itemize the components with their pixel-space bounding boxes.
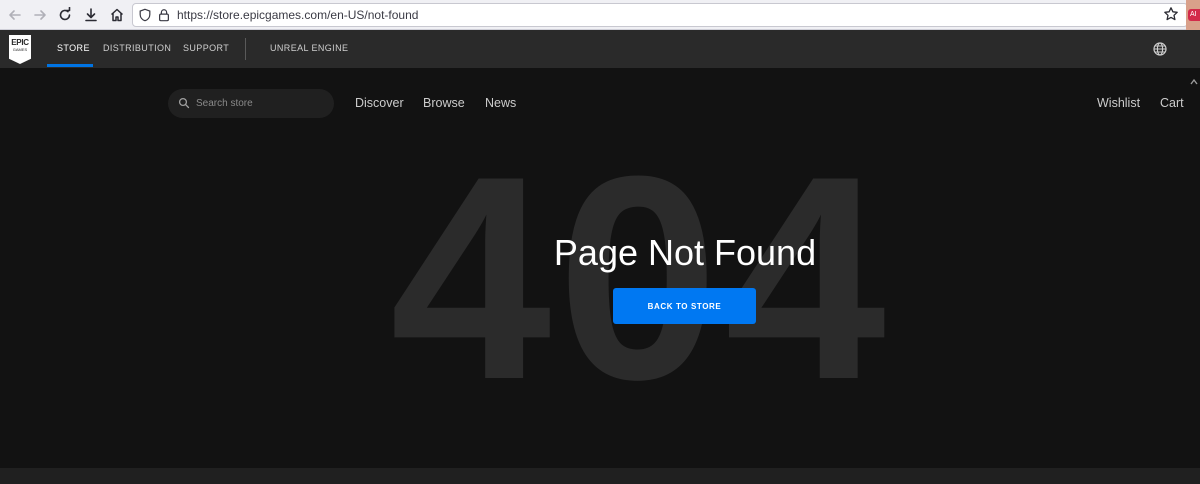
back-button[interactable]: [3, 3, 27, 27]
forward-icon: [34, 10, 46, 20]
back-icon: [9, 10, 21, 20]
nav-distribution[interactable]: DISTRIBUTION: [103, 43, 171, 53]
forward-button[interactable]: [28, 3, 52, 27]
url-text[interactable]: https://store.epicgames.com/en-US/not-fo…: [177, 8, 418, 22]
link-wishlist[interactable]: Wishlist: [1097, 96, 1140, 110]
browser-toolbar: https://store.epicgames.com/en-US/not-fo…: [0, 0, 1200, 30]
extension-button[interactable]: AI: [1186, 0, 1200, 30]
epic-games-logo[interactable]: EPIC GAMES: [9, 35, 31, 64]
home-icon: [110, 8, 124, 22]
reload-button[interactable]: [53, 3, 77, 27]
logo-text-games: GAMES: [12, 47, 28, 52]
home-button[interactable]: [105, 3, 129, 27]
nav-divider: [245, 38, 246, 60]
logo-text-epic: EPIC: [11, 38, 29, 47]
download-icon: [85, 8, 97, 22]
lock-icon[interactable]: [156, 7, 172, 23]
language-button[interactable]: [1152, 41, 1168, 57]
background-404-text: 404: [390, 116, 892, 440]
page-title: Page Not Found: [553, 232, 817, 273]
link-cart[interactable]: Cart: [1160, 96, 1184, 110]
site-navigation: EPIC GAMES STORE DISTRIBUTION SUPPORT UN…: [0, 30, 1200, 85]
search-icon: [178, 97, 190, 109]
extension-badge: AI: [1188, 9, 1200, 21]
downloads-button[interactable]: [79, 3, 103, 27]
nav-store[interactable]: STORE: [57, 43, 90, 53]
nav-unreal-engine[interactable]: UNREAL ENGINE: [270, 43, 348, 53]
footer-band: [0, 468, 1200, 484]
nav-support[interactable]: SUPPORT: [183, 43, 229, 53]
globe-icon: [1153, 42, 1167, 56]
address-bar[interactable]: https://store.epicgames.com/en-US/not-fo…: [132, 3, 1188, 27]
active-tab-indicator: [47, 64, 93, 67]
back-to-store-button[interactable]: BACK TO STORE: [613, 288, 756, 324]
search-field[interactable]: [168, 89, 334, 118]
shield-icon[interactable]: [137, 7, 153, 23]
star-icon: [1164, 7, 1178, 21]
scroll-arrow-icon[interactable]: [1188, 70, 1200, 92]
reload-icon: [59, 7, 71, 21]
bookmark-star-button[interactable]: [1163, 6, 1179, 22]
search-input[interactable]: [196, 95, 326, 112]
